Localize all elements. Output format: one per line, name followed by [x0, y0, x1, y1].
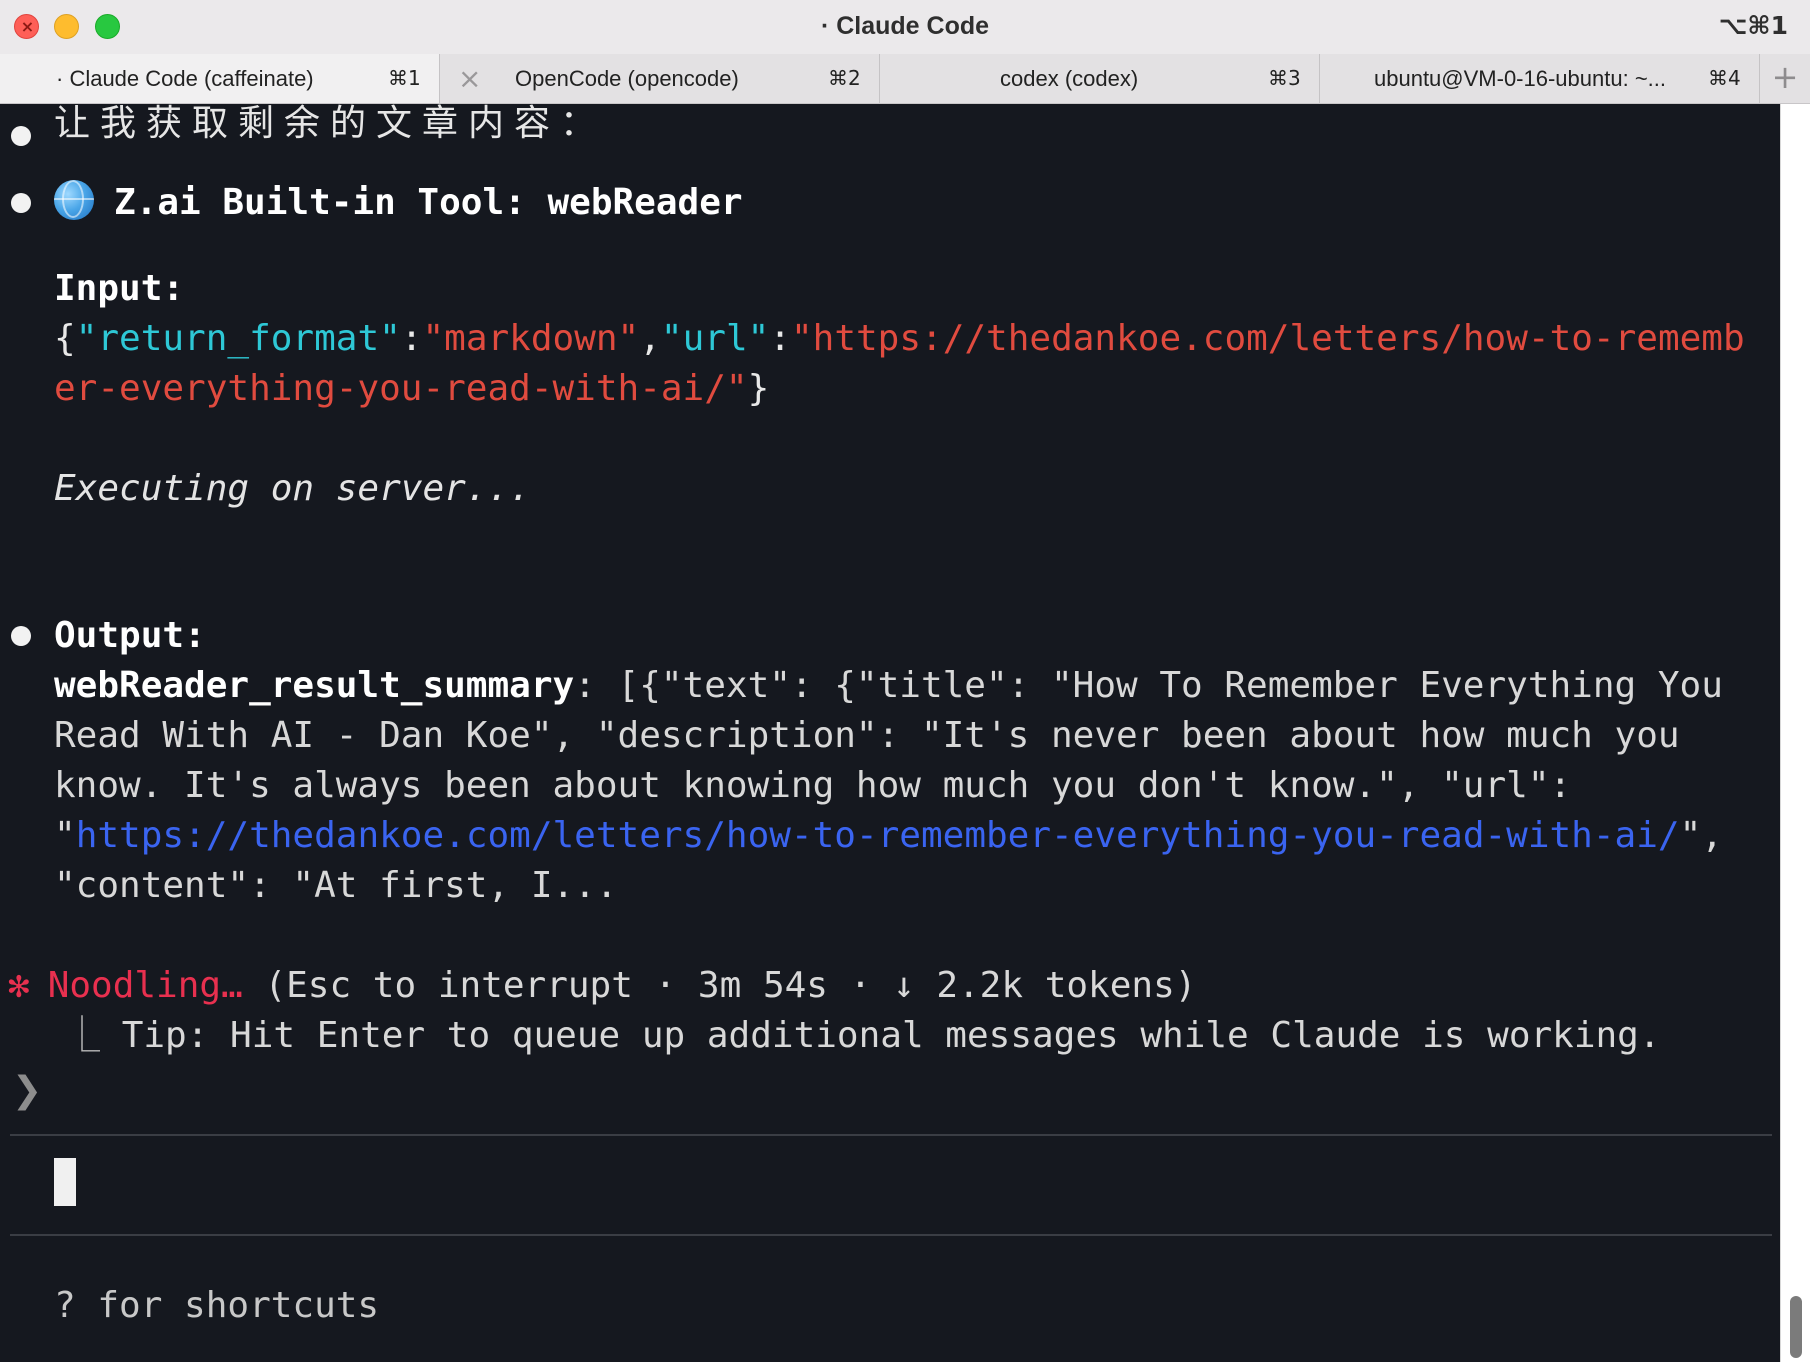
tip-corner-icon: ⎿: [64, 1015, 101, 1056]
scrollbar-thumb[interactable]: [1790, 1296, 1802, 1358]
json-key: "return_format": [75, 318, 401, 359]
json-key: "url": [660, 318, 770, 359]
status-word: Noodling…: [47, 965, 243, 1006]
summary-line-1: webReader_result_summary: [{"text": {"ti…: [54, 662, 1723, 710]
summary-text: : [{"text": {"title": "How To Remember E…: [574, 665, 1723, 706]
json-comma: ,: [639, 318, 661, 359]
json-value: "markdown": [422, 318, 640, 359]
tab-bar: · Claude Code (caffeinate) ⌘1 × OpenCode…: [0, 54, 1810, 104]
terminal-window: × · Claude Code ⌥⌘1 · Claude Code (caffe…: [0, 0, 1810, 1362]
output-label: Output:: [54, 615, 206, 656]
close-tab-icon[interactable]: ×: [458, 62, 481, 95]
tab-shortcut: ⌘3: [1268, 66, 1301, 90]
json-value: "https://thedankoe.com/letters/how-to-re…: [790, 318, 1745, 359]
tab-opencode[interactable]: × OpenCode (opencode) ⌘2: [440, 54, 880, 103]
json-brace: {: [54, 318, 76, 359]
tab-label: OpenCode (opencode): [515, 66, 739, 91]
vertical-scrollbar[interactable]: [1780, 104, 1810, 1362]
tool-title-line: Z.ai Built-in Tool: webReader: [54, 179, 743, 227]
window-shortcut: ⌥⌘1: [1718, 11, 1788, 40]
tab-shortcut: ⌘2: [828, 66, 861, 90]
spinner-star-icon: ✻: [8, 965, 30, 1006]
summary-line-4: "https://thedankoe.com/letters/how-to-re…: [54, 812, 1723, 860]
tip-line: ⎿ Tip: Hit Enter to queue up additional …: [64, 1012, 1661, 1060]
tab-codex[interactable]: codex (codex) ⌘3: [880, 54, 1320, 103]
status-detail: (Esc to interrupt · 3m 54s · ↓ 2.2k toke…: [242, 965, 1197, 1006]
window-title: · Claude Code: [820, 12, 990, 40]
summary-line-3: know. It's always been about knowing how…: [54, 765, 1572, 806]
status-line: ✻ Noodling… (Esc to interrupt · 3m 54s · …: [8, 962, 1196, 1010]
new-tab-button[interactable]: +: [1760, 54, 1810, 103]
input-divider-top: [10, 1134, 1772, 1136]
input-json-line-1: {"return_format":"markdown","url":"https…: [54, 315, 1745, 363]
globe-icon: [54, 180, 94, 220]
summary-url-link[interactable]: https://thedankoe.com/letters/how-to-rem…: [76, 815, 1680, 856]
tab-label: codex (codex): [1000, 66, 1139, 91]
prompt-caret-icon: ❯: [12, 1070, 43, 1111]
tab-claude-code[interactable]: · Claude Code (caffeinate) ⌘1: [0, 54, 440, 103]
tab-label: ubuntu@VM-0-16-ubuntu: ~...: [1374, 66, 1667, 91]
input-cursor[interactable]: [54, 1158, 76, 1206]
terminal-output[interactable]: 让我获取剩余的文章内容： Z.ai Built-in Tool: webRead…: [0, 103, 1780, 1362]
json-colon: :: [400, 318, 423, 359]
summary-line-5: "content": "At first, I...: [54, 865, 618, 906]
tab-ubuntu[interactable]: ubuntu@VM-0-16-ubuntu: ~... ⌘4: [1320, 54, 1760, 103]
quote: ",: [1679, 815, 1723, 856]
title-bar: × · Claude Code ⌥⌘1: [0, 0, 1810, 54]
summary-key: webReader_result_summary: [54, 665, 575, 706]
json-brace: }: [747, 368, 770, 409]
tab-shortcut: ⌘1: [388, 66, 421, 90]
quote: ": [54, 815, 76, 856]
input-label: Input:: [54, 268, 185, 309]
tab-shortcut: ⌘4: [1708, 66, 1741, 90]
input-divider-bottom: [10, 1234, 1772, 1236]
json-colon: :: [769, 318, 791, 359]
summary-line-2: Read With AI - Dan Koe", "description": …: [54, 715, 1680, 756]
output-bullet: [11, 626, 31, 646]
assistant-message: 让我获取剩余的文章内容：: [54, 103, 607, 144]
executing-status: Executing on server...: [54, 468, 531, 509]
shortcuts-hint: ? for shortcuts: [54, 1285, 380, 1326]
input-json-line-2: er-everything-you-read-with-ai/"}: [54, 365, 769, 413]
tool-bullet: [11, 193, 31, 213]
message-bullet: [11, 126, 31, 146]
json-value: er-everything-you-read-with-ai/": [54, 368, 748, 409]
tab-label: · Claude Code (caffeinate): [56, 66, 314, 91]
tip-text: Tip: Hit Enter to queue up additional me…: [100, 1015, 1661, 1056]
tool-title: Z.ai Built-in Tool: webReader: [114, 182, 743, 223]
